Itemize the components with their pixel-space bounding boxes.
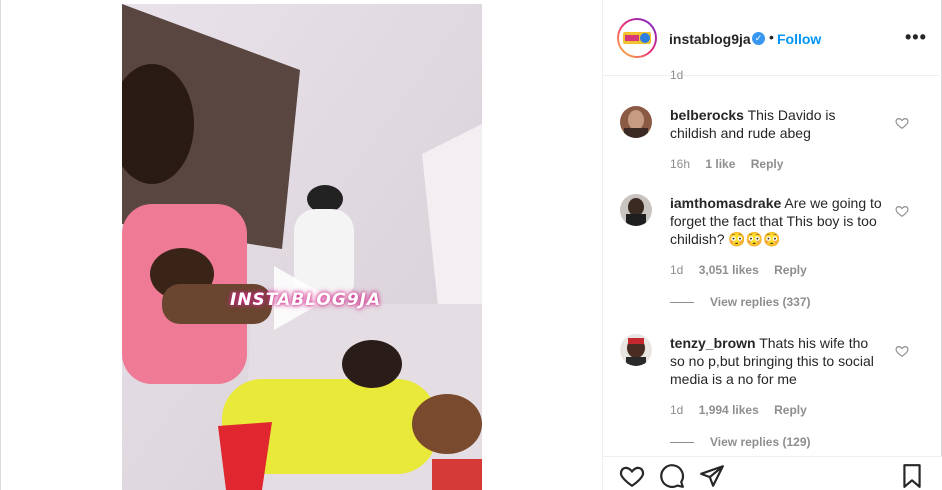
post-header: instablog9ja ✓ • Follow ••• xyxy=(603,0,942,76)
heart-outline-icon[interactable] xyxy=(895,116,909,130)
commenter-avatar[interactable] xyxy=(620,334,652,366)
comment-time: 1d xyxy=(670,403,684,417)
action-bar xyxy=(603,456,942,490)
post-username[interactable]: instablog9ja xyxy=(669,31,751,47)
heart-outline-icon[interactable] xyxy=(895,344,909,358)
view-replies-button[interactable]: View replies (129) xyxy=(670,435,811,449)
comment-icon[interactable] xyxy=(659,463,685,489)
comment-likes[interactable]: 1 like xyxy=(705,157,735,171)
paper-plane-icon[interactable] xyxy=(699,463,725,489)
avatar[interactable] xyxy=(617,18,657,58)
comment-time: 1d xyxy=(670,263,684,277)
more-options-icon[interactable]: ••• xyxy=(905,27,927,48)
instablog-logo-icon xyxy=(619,20,655,56)
comment-meta: 1d 3,051 likes Reply xyxy=(670,263,819,277)
view-replies-label: View replies (129) xyxy=(710,435,811,449)
comment-time: 16h xyxy=(670,157,691,171)
comment-meta: 1d 1,994 likes Reply xyxy=(670,403,819,417)
video-frame xyxy=(122,4,482,490)
view-replies-button[interactable]: View replies (337) xyxy=(670,295,811,309)
bookmark-icon[interactable] xyxy=(899,463,925,489)
reply-button[interactable]: Reply xyxy=(774,263,807,277)
view-replies-label: View replies (337) xyxy=(710,295,811,309)
commenter-avatar[interactable] xyxy=(620,194,652,226)
video-watermark: INSTABLOG9JA xyxy=(230,290,382,310)
comment-username[interactable]: iamthomasdrake xyxy=(670,195,781,211)
comment-text: tenzy_brown Thats his wife tho so no p,b… xyxy=(670,334,885,388)
media-area: INSTABLOG9JA xyxy=(0,0,602,490)
follow-button[interactable]: Follow xyxy=(777,31,821,47)
reply-button[interactable]: Reply xyxy=(751,157,784,171)
commenter-avatar[interactable] xyxy=(620,106,652,138)
separator-dot: • xyxy=(769,29,774,45)
comment-likes[interactable]: 1,994 likes xyxy=(699,403,759,417)
replies-divider xyxy=(670,442,694,444)
comment-text: iamthomasdrake Are we going to forget th… xyxy=(670,194,885,248)
comment-username[interactable]: belberocks xyxy=(670,107,744,123)
heart-icon[interactable] xyxy=(619,463,645,489)
comment-meta: 16h 1 like Reply xyxy=(670,157,795,171)
post-video[interactable]: INSTABLOG9JA xyxy=(122,4,482,490)
reply-button[interactable]: Reply xyxy=(774,403,807,417)
replies-divider xyxy=(670,302,694,304)
comment-text: belberocks This Davido is childish and r… xyxy=(670,106,885,142)
comment-timestamp: 1d xyxy=(670,68,684,82)
post-panel: instablog9ja ✓ • Follow ••• 1d belberock… xyxy=(602,0,942,490)
heart-outline-icon[interactable] xyxy=(895,204,909,218)
comment-likes[interactable]: 3,051 likes xyxy=(699,263,759,277)
verified-badge-icon: ✓ xyxy=(752,32,765,45)
comment-username[interactable]: tenzy_brown xyxy=(670,335,756,351)
